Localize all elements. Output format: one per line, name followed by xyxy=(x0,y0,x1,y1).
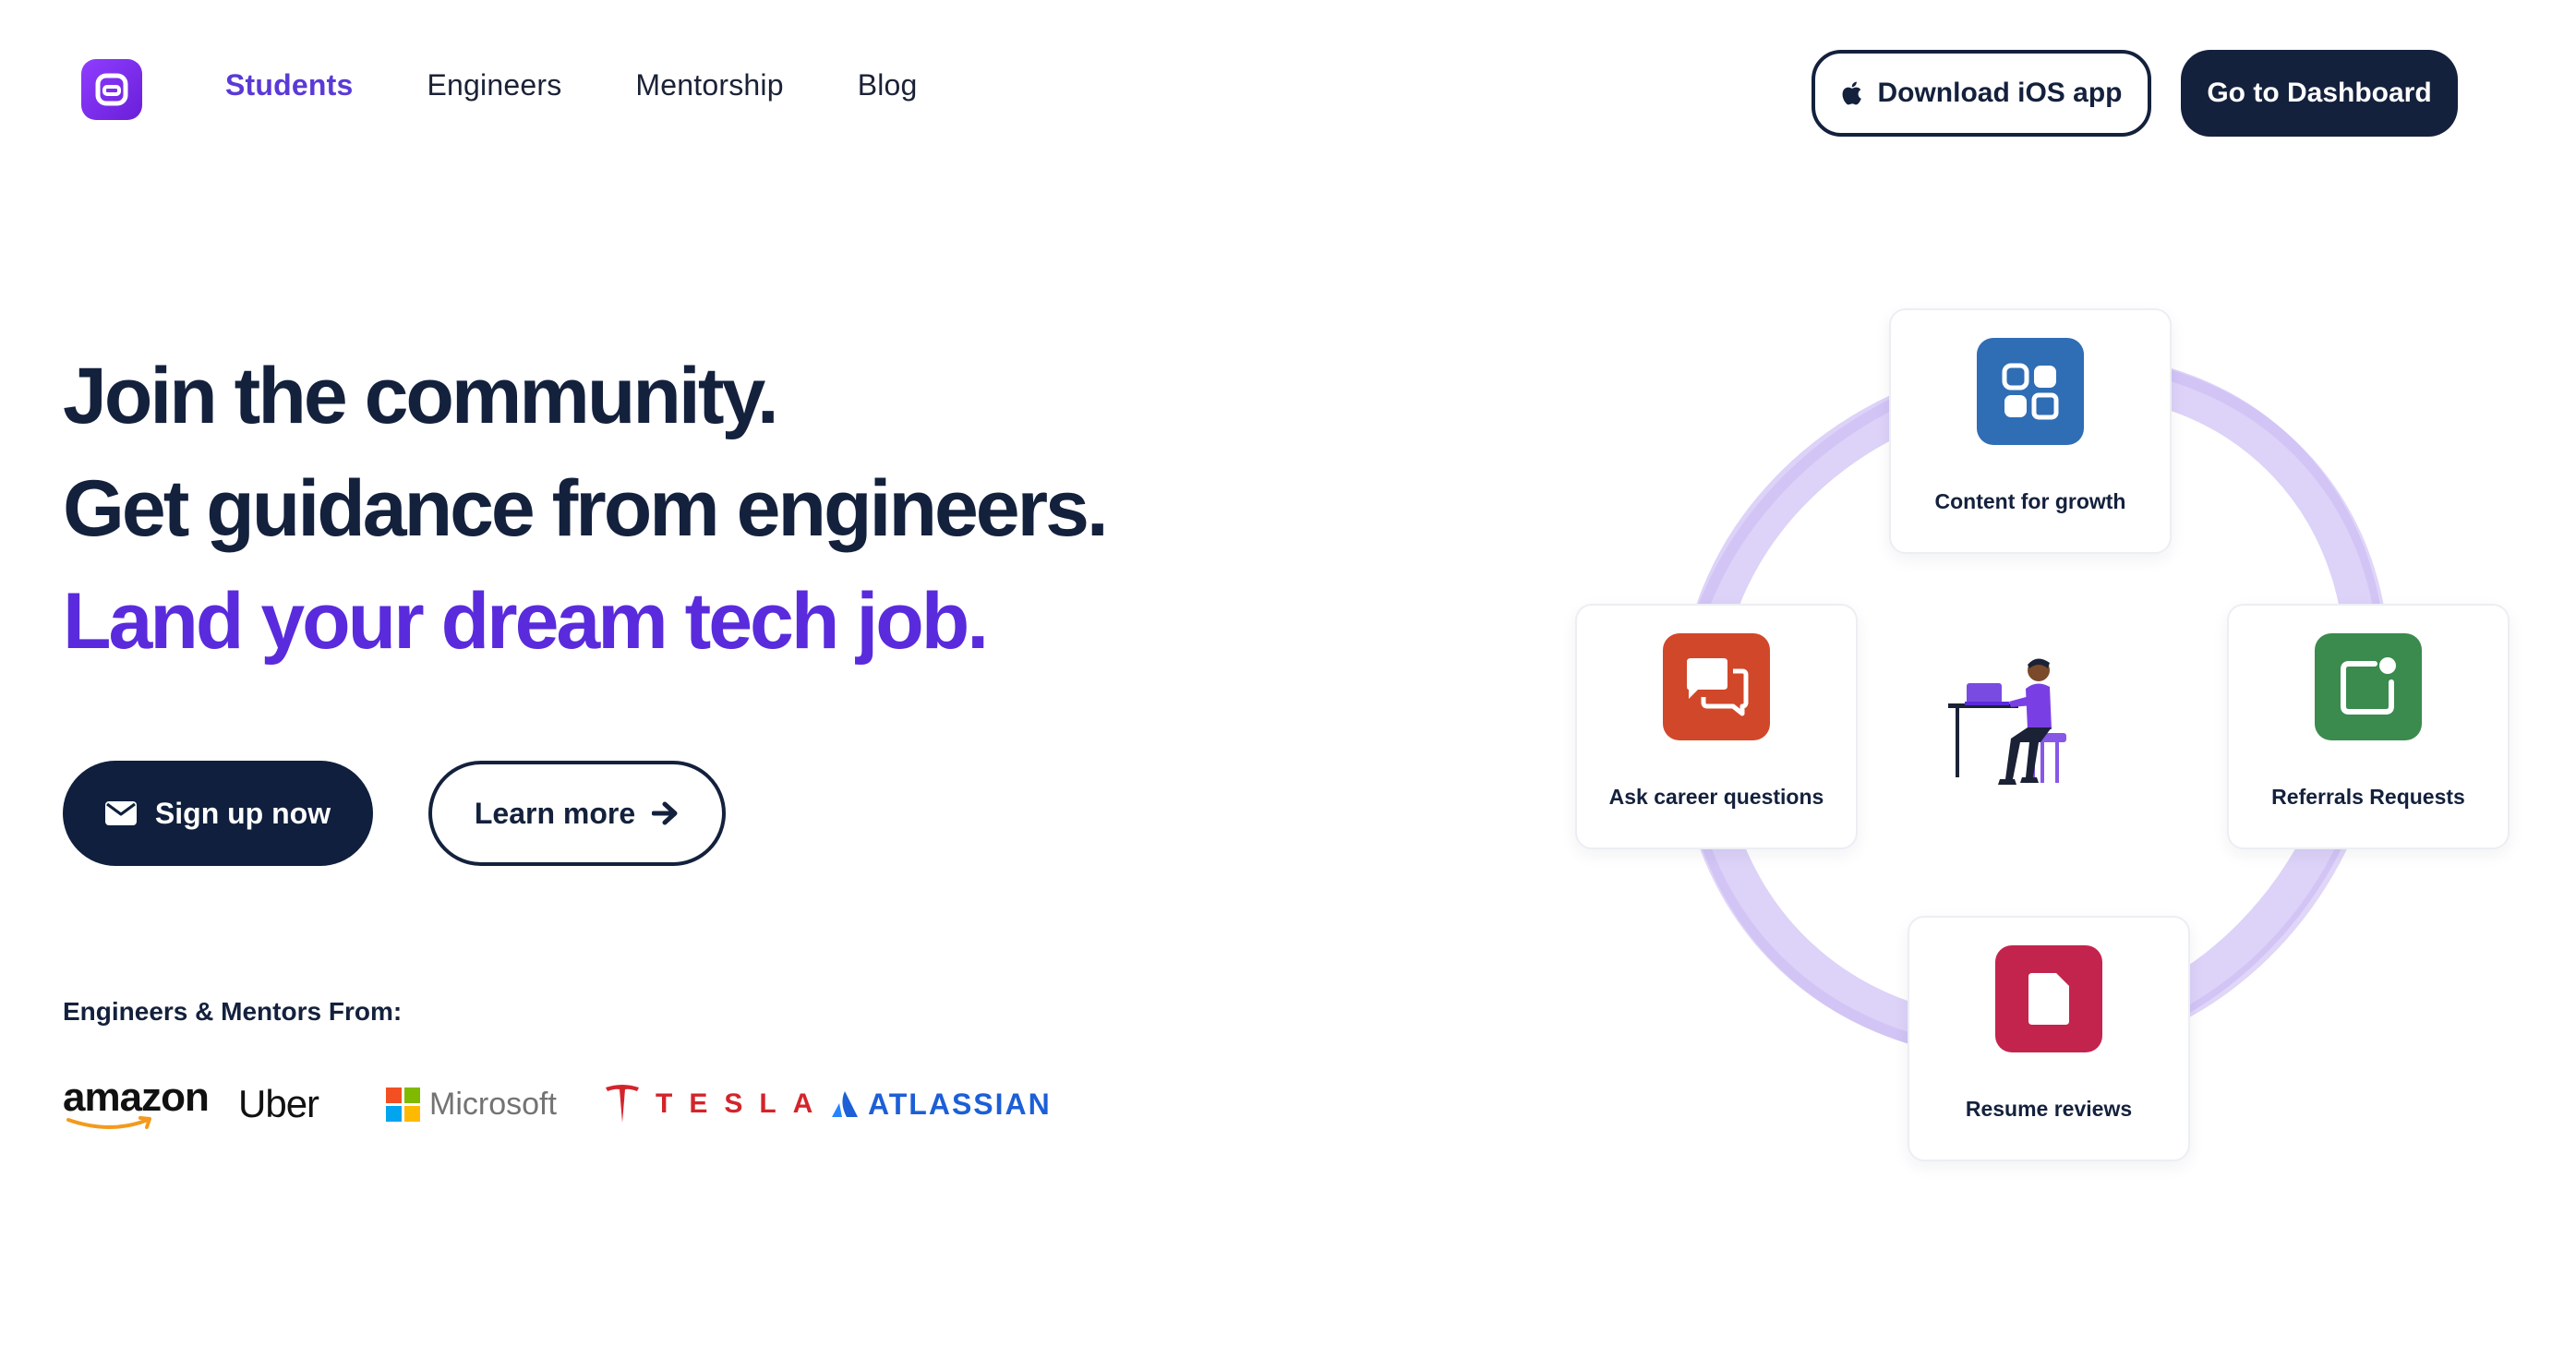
feature-card-ask-career-questions[interactable]: Ask career questions xyxy=(1575,604,1858,849)
atlassian-logo: ATLASSIAN xyxy=(831,1071,1052,1137)
grid-icon xyxy=(1977,338,2084,445)
atlassian-wordmark: ATLASSIAN xyxy=(868,1087,1052,1121)
features-diagram: Content for growth Ask career questions … xyxy=(1551,295,2530,1182)
microsoft-grid-icon xyxy=(386,1087,420,1122)
tesla-logo: TESLA xyxy=(604,1071,829,1137)
atlassian-icon xyxy=(832,1091,858,1117)
headline-line-1: Join the community. xyxy=(63,352,779,440)
chat-icon xyxy=(1663,633,1770,740)
nav-links: Students Engineers Mentorship Blog xyxy=(225,68,918,102)
learn-more-button[interactable]: Learn more xyxy=(428,761,726,866)
microsoft-logo: Microsoft xyxy=(386,1071,557,1137)
person-at-desk-illustration xyxy=(1948,658,2066,785)
microsoft-wordmark: Microsoft xyxy=(429,1086,557,1122)
apple-icon xyxy=(1843,81,1862,105)
nav-link-blog[interactable]: Blog xyxy=(858,68,918,102)
tesla-wordmark: TESLA xyxy=(656,1088,830,1119)
feature-card-resume-reviews[interactable]: Resume reviews xyxy=(1908,916,2190,1161)
amazon-wordmark: amazon xyxy=(63,1075,210,1120)
nav-link-students[interactable]: Students xyxy=(225,68,354,102)
top-navigation: Students Engineers Mentorship Blog Downl… xyxy=(0,0,2576,185)
mentors-label: Engineers & Mentors From: xyxy=(63,997,403,1026)
download-ios-app-button[interactable]: Download iOS app xyxy=(1812,50,2151,137)
uber-wordmark: Uber xyxy=(238,1082,319,1125)
tesla-t-icon xyxy=(606,1085,639,1123)
uber-logo: Uber xyxy=(238,1071,319,1137)
learn-more-label: Learn more xyxy=(474,796,636,830)
feature-label-content-for-growth: Content for growth xyxy=(1934,489,2126,513)
feature-label-referrals-requests: Referrals Requests xyxy=(2271,785,2465,809)
referral-icon xyxy=(2315,633,2422,740)
feature-label-resume-reviews: Resume reviews xyxy=(1965,1097,2133,1121)
mail-icon xyxy=(104,801,137,825)
go-to-dashboard-button[interactable]: Go to Dashboard xyxy=(2181,50,2458,137)
company-logos: amazon Uber Microsoft TESLA ATLASSIAN xyxy=(63,1071,1060,1137)
feature-label-ask-career-questions: Ask career questions xyxy=(1608,785,1824,809)
headline-line-3: Land your dream tech job. xyxy=(63,577,989,666)
headline-line-2: Get guidance from engineers. xyxy=(63,464,1109,553)
sign-up-label: Sign up now xyxy=(154,796,331,830)
app-logo-icon[interactable] xyxy=(81,59,142,120)
nav-link-engineers[interactable]: Engineers xyxy=(427,68,562,102)
document-icon xyxy=(1995,945,2102,1052)
nav-link-mentorship[interactable]: Mentorship xyxy=(635,68,783,102)
go-to-dashboard-label: Go to Dashboard xyxy=(2207,78,2432,108)
download-ios-app-label: Download iOS app xyxy=(1877,78,2123,108)
arrow-right-icon xyxy=(652,801,678,825)
feature-card-content-for-growth[interactable]: Content for growth xyxy=(1889,308,2172,554)
feature-card-referrals-requests[interactable]: Referrals Requests xyxy=(2227,604,2510,849)
sign-up-button[interactable]: Sign up now xyxy=(63,761,373,866)
amazon-logo: amazon xyxy=(63,1071,210,1137)
